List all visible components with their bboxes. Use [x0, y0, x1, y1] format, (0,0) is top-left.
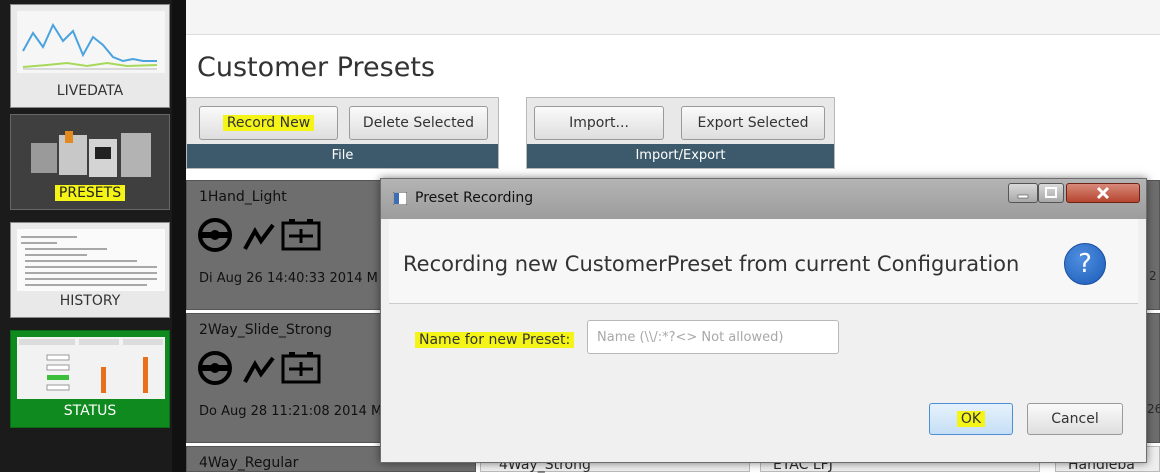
- import-export-group: Import... Export Selected Import/Export: [526, 97, 835, 169]
- close-button[interactable]: [1066, 183, 1140, 203]
- delete-selected-button[interactable]: Delete Selected: [349, 106, 488, 140]
- file-group-caption: File: [187, 144, 498, 168]
- sidebar-item-history[interactable]: HISTORY: [10, 222, 170, 318]
- help-icon: ?: [1064, 243, 1106, 285]
- preset-recording-dialog: Preset Recording Recording new CustomerP…: [380, 178, 1147, 463]
- sidebar-item-label: LIVEDATA: [56, 83, 124, 99]
- dialog-header: Recording new CustomerPreset from curren…: [389, 219, 1138, 304]
- presets-devices-icon: [17, 121, 165, 183]
- preset-date: Do Aug 28 11:21:08 2014 M: [199, 404, 383, 419]
- preset-fragment: 2: [1149, 269, 1157, 283]
- sidebar-item-label: STATUS: [63, 403, 117, 419]
- sidebar-item-livedata[interactable]: LIVEDATA: [10, 4, 170, 108]
- import-export-group-caption: Import/Export: [527, 144, 834, 168]
- preset-fragment: 26: [1147, 402, 1160, 416]
- preset-card-partial[interactable]: 26: [1146, 313, 1160, 443]
- maximize-icon: [1045, 187, 1057, 198]
- preset-name: 2Way_Slide_Strong: [199, 322, 333, 338]
- cancel-button[interactable]: Cancel: [1027, 403, 1123, 435]
- app-window-icon: [393, 192, 407, 205]
- export-selected-button[interactable]: Export Selected: [681, 106, 825, 140]
- preset-feature-icons: [198, 351, 321, 385]
- close-icon: [1096, 186, 1110, 200]
- preset-feature-icons: [198, 218, 321, 252]
- preset-name: 1Hand_Light: [199, 189, 287, 205]
- sidebar-divider: [172, 0, 186, 472]
- preset-date: Di Aug 26 14:40:33 2014 M: [199, 271, 378, 286]
- dialog-message: Recording new CustomerPreset from curren…: [403, 252, 1020, 276]
- livedata-chart-icon: [17, 11, 165, 73]
- page-title: Customer Presets: [197, 52, 435, 83]
- ok-button[interactable]: OK: [929, 403, 1013, 435]
- preset-name: 4Way_Regular: [199, 455, 299, 471]
- sidebar-item-label: PRESETS: [11, 185, 169, 201]
- dialog-title: Preset Recording: [415, 190, 534, 206]
- sidebar-item-status[interactable]: STATUS: [10, 330, 170, 428]
- top-bar: [186, 0, 1160, 35]
- file-group: Record New Delete Selected File: [186, 97, 499, 169]
- preset-name-input[interactable]: [587, 320, 839, 354]
- preset-card-partial[interactable]: 2: [1146, 180, 1160, 310]
- status-dashboard-icon: [17, 337, 165, 399]
- minimize-icon: [1017, 194, 1029, 199]
- sidebar-item-presets[interactable]: PRESETS: [10, 114, 170, 210]
- record-new-button[interactable]: Record New: [199, 106, 338, 140]
- minimize-button[interactable]: [1008, 183, 1038, 203]
- history-log-icon: [17, 229, 165, 291]
- sidebar-item-label: HISTORY: [59, 293, 121, 309]
- maximize-button[interactable]: [1038, 183, 1064, 203]
- preset-name-label: Name for new Preset:: [415, 332, 575, 348]
- dialog-title-bar[interactable]: Preset Recording: [381, 179, 1146, 219]
- import-button[interactable]: Import...: [534, 106, 664, 140]
